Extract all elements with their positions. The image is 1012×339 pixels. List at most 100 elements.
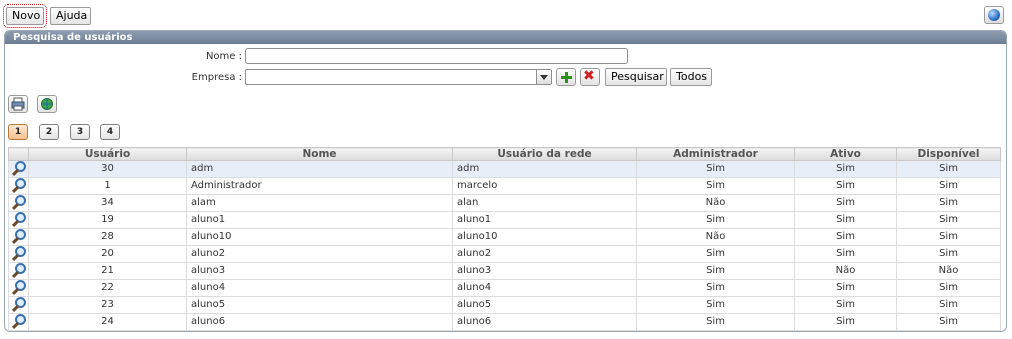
cell-available: Sim — [896, 313, 1001, 331]
cell-available: Sim — [896, 245, 1001, 263]
cell-name: aluno10 — [186, 228, 453, 246]
magnifier-icon[interactable] — [12, 314, 26, 329]
all-button[interactable]: Todos — [670, 68, 712, 86]
table-row[interactable]: 20 aluno2 aluno2 Sim Sim Sim — [8, 245, 1001, 263]
magnifier-icon[interactable] — [12, 195, 26, 210]
cell-admin: Não — [636, 228, 795, 246]
header-icon-col — [8, 147, 29, 161]
table-row[interactable]: 22 aluno4 aluno4 Sim Sim Sim — [8, 279, 1001, 297]
view-cell[interactable] — [8, 245, 29, 263]
chevron-down-icon — [536, 70, 551, 84]
header-user[interactable]: Usuário — [28, 147, 187, 161]
cell-name: alam — [186, 194, 453, 212]
cell-available: Sim — [896, 177, 1001, 195]
cell-available: Não — [896, 262, 1001, 280]
magnifier-icon[interactable] — [12, 229, 26, 244]
cell-user-id: 20 — [28, 245, 187, 263]
table-row[interactable]: 30 adm adm Sim Sim Sim — [8, 160, 1001, 178]
magnifier-icon[interactable] — [12, 178, 26, 193]
view-cell[interactable] — [8, 313, 29, 331]
name-input[interactable] — [245, 48, 628, 64]
cell-user-id: 30 — [28, 160, 187, 178]
cell-network-user: aluno4 — [452, 279, 637, 297]
company-select[interactable] — [245, 69, 552, 85]
print-button[interactable] — [8, 95, 28, 113]
clear-company-button[interactable]: ✖ — [580, 68, 600, 86]
table-row[interactable]: 21 aluno3 aluno3 Sim Não Não — [8, 262, 1001, 280]
cell-name: adm — [186, 160, 453, 178]
table-row[interactable]: 23 aluno5 aluno5 Sim Sim Sim — [8, 296, 1001, 314]
cell-name: aluno3 — [186, 262, 453, 280]
name-label: Nome : — [205, 51, 242, 62]
company-label: Empresa : — [191, 72, 242, 83]
view-cell[interactable] — [8, 262, 29, 280]
cell-active: Sim — [794, 194, 897, 212]
cell-admin: Não — [636, 194, 795, 212]
cell-active: Sim — [794, 279, 897, 297]
header-available[interactable]: Disponível — [896, 147, 1001, 161]
page-button-1[interactable]: 1 — [8, 124, 28, 140]
magnifier-icon[interactable] — [12, 212, 26, 227]
view-cell[interactable] — [8, 228, 29, 246]
header-active[interactable]: Ativo — [794, 147, 897, 161]
cell-active: Sim — [794, 296, 897, 314]
cell-admin: Sim — [636, 279, 795, 297]
cell-active: Sim — [794, 228, 897, 246]
help-globe-button[interactable] — [984, 6, 1004, 24]
cell-network-user: aluno5 — [452, 296, 637, 314]
page-button-4[interactable]: 4 — [100, 124, 120, 140]
cell-network-user: adm — [452, 160, 637, 178]
table-row[interactable]: 24 aluno6 aluno6 Sim Sim Sim — [8, 313, 1001, 331]
cell-user-id: 1 — [28, 177, 187, 195]
magnifier-icon[interactable] — [12, 297, 26, 312]
cell-admin: Sim — [636, 262, 795, 280]
cell-network-user: aluno3 — [452, 262, 637, 280]
cell-user-id: 19 — [28, 211, 187, 229]
magnifier-icon[interactable] — [12, 263, 26, 278]
cell-admin: Sim — [636, 211, 795, 229]
header-admin[interactable]: Administrador — [636, 147, 795, 161]
help-button[interactable]: Ajuda — [50, 7, 91, 25]
magnifier-icon[interactable] — [12, 246, 26, 261]
cell-admin: Sim — [636, 313, 795, 331]
new-button[interactable]: Novo — [3, 4, 47, 28]
view-cell[interactable] — [8, 279, 29, 297]
magnifier-icon[interactable] — [12, 161, 26, 176]
cell-name: aluno1 — [186, 211, 453, 229]
cell-network-user: aluno1 — [452, 211, 637, 229]
view-cell[interactable] — [8, 160, 29, 178]
cell-active: Sim — [794, 177, 897, 195]
view-cell[interactable] — [8, 194, 29, 212]
magnifier-icon[interactable] — [12, 280, 26, 295]
cell-active: Sim — [794, 211, 897, 229]
page-button-3[interactable]: 3 — [70, 124, 90, 140]
table-row[interactable]: 19 aluno1 aluno1 Sim Sim Sim — [8, 211, 1001, 229]
table-row[interactable]: 34 alam alan Não Sim Sim — [8, 194, 1001, 212]
view-cell[interactable] — [8, 177, 29, 195]
view-cell[interactable] — [8, 296, 29, 314]
cell-network-user: aluno6 — [452, 313, 637, 331]
cell-available: Sim — [896, 160, 1001, 178]
cell-network-user: marcelo — [452, 177, 637, 195]
cell-active: Não — [794, 262, 897, 280]
cell-available: Sim — [896, 194, 1001, 212]
add-company-button[interactable] — [556, 68, 576, 86]
cell-name: aluno6 — [186, 313, 453, 331]
clear-icon: ✖ — [583, 68, 595, 84]
table-row[interactable]: 28 aluno10 aluno10 Não Sim Sim — [8, 228, 1001, 246]
cell-active: Sim — [794, 313, 897, 331]
table-row[interactable]: 1 Administrador marcelo Sim Sim Sim — [8, 177, 1001, 195]
cell-user-id: 21 — [28, 262, 187, 280]
cell-active: Sim — [794, 160, 897, 178]
cell-admin: Sim — [636, 296, 795, 314]
export-button[interactable] — [37, 95, 57, 113]
header-name[interactable]: Nome — [186, 147, 453, 161]
search-button[interactable]: Pesquisar — [605, 68, 667, 86]
header-network-user[interactable]: Usuário da rede — [452, 147, 637, 161]
cell-available: Sim — [896, 296, 1001, 314]
cell-network-user: aluno2 — [452, 245, 637, 263]
view-cell[interactable] — [8, 211, 29, 229]
panel-title: Pesquisa de usuários — [5, 31, 1006, 44]
page-button-2[interactable]: 2 — [39, 124, 59, 140]
printer-icon — [11, 97, 25, 111]
